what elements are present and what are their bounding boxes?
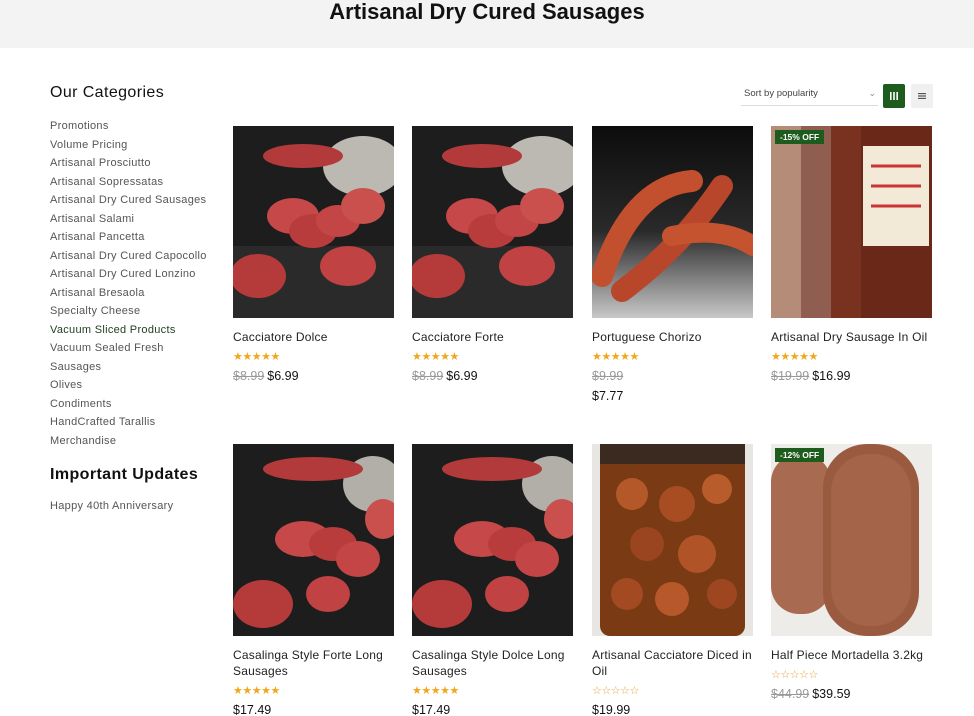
product-image[interactable] (592, 444, 753, 636)
product-price: $8.99 $6.99 (233, 368, 394, 384)
category-link[interactable]: Artisanal Sopressatas (50, 175, 230, 194)
page-title: Artisanal Dry Cured Sausages (329, 0, 645, 24)
product-card: Casalinga Style Forte Long Sausages ★★★★… (233, 444, 394, 716)
sale-price: $17.49 (233, 703, 272, 716)
category-link[interactable]: Artisanal Prosciutto (50, 156, 230, 175)
discount-badge: -12% OFF (775, 448, 825, 462)
product-name[interactable]: Cacciatore Dolce (233, 329, 394, 345)
star-rating: ★★★★★ (412, 685, 459, 697)
star-rating: ★★★★★ (412, 351, 459, 363)
list-view-button[interactable] (911, 84, 933, 108)
product-image[interactable] (233, 444, 394, 636)
category-link[interactable]: Artisanal Bresaola (50, 286, 230, 305)
star-rating: ☆☆☆☆☆ (771, 669, 818, 681)
star-rating: ☆☆☆☆☆ (592, 685, 639, 697)
category-link[interactable]: Promotions (50, 119, 230, 138)
sale-price: $16.99 (812, 369, 851, 383)
star-rating: ★★★★★ (592, 351, 639, 363)
product-name[interactable]: Artisanal Dry Sausage In Oil (771, 329, 932, 345)
product-price: $9.99 $7.77 (592, 368, 753, 404)
sale-price: $39.59 (812, 687, 851, 701)
product-card: Casalinga Style Dolce Long Sausages ★★★★… (412, 444, 573, 716)
product-name[interactable]: Cacciatore Forte (412, 329, 573, 345)
product-price: $19.99 $16.99 (771, 368, 932, 384)
product-name[interactable]: Casalinga Style Forte Long Sausages (233, 647, 394, 679)
product-image[interactable] (592, 126, 753, 318)
star-rating: ★★★★★ (233, 351, 280, 363)
star-rating: ★★★★★ (771, 351, 818, 363)
sale-price: $7.77 (592, 389, 624, 403)
product-card: -12% OFF Half Piece Mortadella 3.2kg ☆☆☆… (771, 444, 932, 702)
category-link[interactable]: Artisanal Dry Cured Capocollo (50, 249, 230, 268)
product-price: $17.49 (233, 702, 394, 716)
product-name[interactable]: Portuguese Chorizo (592, 329, 753, 345)
product-card: Cacciatore Forte ★★★★★ $8.99 $6.99 (412, 126, 573, 384)
regular-price: $8.99 (412, 369, 444, 383)
grid-view-button[interactable] (883, 84, 905, 108)
regular-price: $8.99 (233, 369, 265, 383)
discount-badge: -15% OFF (775, 130, 825, 144)
product-image[interactable] (412, 444, 573, 636)
chevron-down-icon: ⌄ (868, 88, 876, 98)
category-link[interactable]: Vacuum Sealed Fresh (50, 341, 230, 360)
product-card: Cacciatore Dolce ★★★★★ $8.99 $6.99 (233, 126, 394, 384)
updates-heading: Important Updates (50, 466, 199, 483)
regular-price: $44.99 (771, 687, 810, 701)
product-image[interactable] (233, 126, 394, 318)
grid-view-icon (890, 92, 898, 100)
category-link[interactable]: Artisanal Salami (50, 212, 230, 231)
category-link[interactable]: Specialty Cheese (50, 304, 230, 323)
page-title-bar: Artisanal Dry Cured Sausages (0, 0, 974, 48)
product-image[interactable] (412, 126, 573, 318)
product-price: $17.49 (412, 702, 573, 716)
product-card: -15% OFF Artisanal Dry Sausage In Oil ★★… (771, 126, 932, 384)
category-link[interactable]: Artisanal Dry Cured Sausages (50, 193, 230, 212)
category-link[interactable]: Artisanal Dry Cured Lonzino (50, 267, 230, 286)
list-view-icon (918, 93, 926, 99)
sidebar: Our Categories Promotions Volume Pricing… (50, 84, 230, 452)
sort-select[interactable]: Sort by popularity ⌄ (741, 84, 878, 106)
product-name[interactable]: Half Piece Mortadella 3.2kg (771, 647, 932, 663)
product-price: $8.99 $6.99 (412, 368, 573, 384)
regular-price: $19.99 (771, 369, 810, 383)
product-image[interactable]: -15% OFF (771, 126, 932, 318)
category-link[interactable]: Sausages (50, 360, 230, 379)
star-rating: ★★★★★ (233, 685, 280, 697)
category-link[interactable]: Olives (50, 378, 230, 397)
sale-price: $19.99 (592, 703, 631, 716)
sale-price: $17.49 (412, 703, 451, 716)
product-card: Artisanal Cacciatore Diced in Oil ☆☆☆☆☆ … (592, 444, 753, 716)
product-price: $19.99 (592, 702, 753, 716)
sort-selected-value: Sort by popularity (744, 88, 818, 99)
category-link-active[interactable]: Vacuum Sliced Products (50, 323, 230, 342)
product-name[interactable]: Casalinga Style Dolce Long Sausages (412, 647, 573, 679)
sale-price: $6.99 (446, 369, 478, 383)
product-price: $44.99 $39.59 (771, 686, 932, 702)
categories-heading: Our Categories (50, 84, 165, 101)
sale-price: $6.99 (267, 369, 299, 383)
category-link[interactable]: Condiments (50, 397, 230, 416)
product-card: Portuguese Chorizo ★★★★★ $9.99 $7.77 (592, 126, 753, 404)
category-link[interactable]: HandCrafted Tarallis (50, 415, 230, 434)
category-link[interactable]: Merchandise (50, 434, 230, 453)
product-image[interactable]: -12% OFF (771, 444, 932, 636)
category-link[interactable]: Artisanal Pancetta (50, 230, 230, 249)
update-link[interactable]: Happy 40th Anniversary (50, 500, 173, 512)
category-link[interactable]: Volume Pricing (50, 138, 230, 157)
category-list: Promotions Volume Pricing Artisanal Pros… (50, 119, 230, 452)
regular-price: $9.99 (592, 369, 624, 383)
product-name[interactable]: Artisanal Cacciatore Diced in Oil (592, 647, 753, 679)
